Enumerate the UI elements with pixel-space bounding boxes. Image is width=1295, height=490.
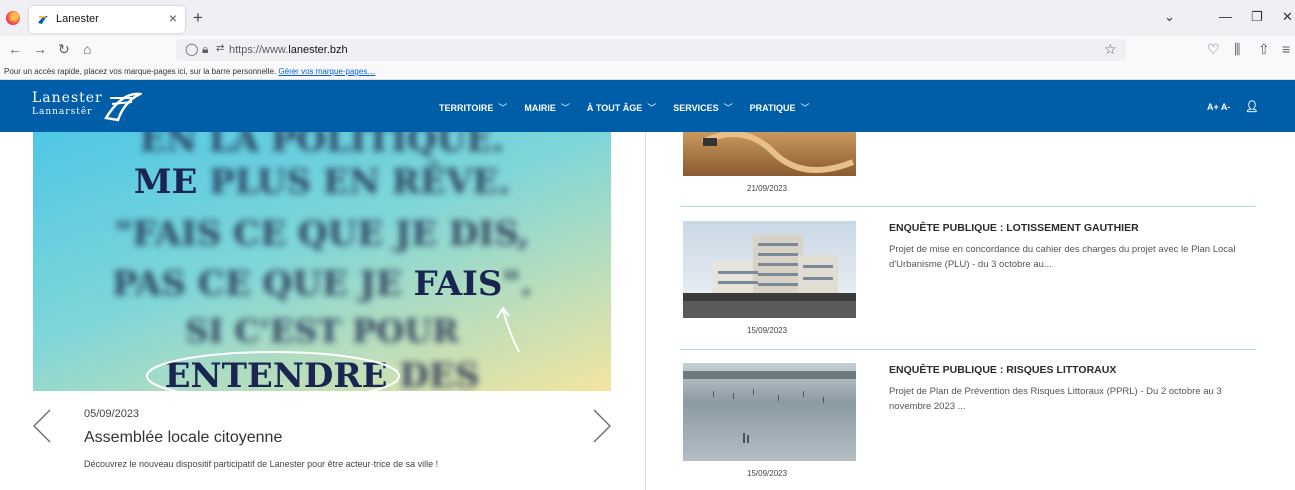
site-header: Lanester Lannarstêr TERRITOIRE ﹀ MAIRIE ﹀ … xyxy=(0,80,1295,132)
news-thumbnail[interactable] xyxy=(683,221,856,318)
carousel-next-icon[interactable] xyxy=(590,408,614,444)
pocket-icon[interactable]: ♡ xyxy=(1207,41,1220,58)
tab-close-icon[interactable]: × xyxy=(169,10,177,26)
logo-mark-icon xyxy=(103,92,142,122)
chevron-down-icon: ﹀ xyxy=(498,103,508,113)
text-size-controls[interactable]: A+ A- xyxy=(1207,102,1230,112)
column-divider xyxy=(645,132,646,490)
restore-icon[interactable]: ❐ xyxy=(1251,9,1263,25)
tab-title: Lanester xyxy=(56,13,99,25)
minimize-icon[interactable]: — xyxy=(1219,9,1232,24)
carousel-prev-icon[interactable] xyxy=(30,408,54,444)
bookmark-star-icon[interactable]: ☆ xyxy=(1104,41,1117,58)
slide-line: "FAIS CE QUE JE DIS, xyxy=(114,214,530,254)
slide-line: ME PLUS EN RÊVE. xyxy=(133,162,511,202)
chevron-down-icon: ﹀ xyxy=(723,103,733,113)
news-separator xyxy=(680,349,1256,350)
slide-line: EN LA POLITIQUE. xyxy=(139,132,505,160)
coastline-photo xyxy=(683,371,856,443)
library-icon[interactable]: ⫼ xyxy=(1234,41,1240,58)
news-title[interactable]: ENQUÊTE PUBLIQUE : RISQUES LITTORAUX xyxy=(889,364,1116,376)
skatepark-photo xyxy=(701,132,855,173)
menu-item-services[interactable]: SERVICES ﹀ xyxy=(673,101,732,114)
logo-subtext: Lannarstêr xyxy=(32,107,93,117)
news-date: 15/09/2023 xyxy=(747,469,788,478)
home-icon[interactable]: ⌂ xyxy=(83,41,91,57)
firefox-icon[interactable] xyxy=(6,11,20,25)
reload-icon[interactable]: ↻ xyxy=(58,41,70,58)
manage-bookmarks-link[interactable]: Gérer vos marque-pages… xyxy=(278,67,375,76)
back-icon[interactable]: ← xyxy=(8,41,22,57)
share-icon[interactable]: ⇧ xyxy=(1258,41,1270,58)
menu-item-a-tout-age[interactable]: À TOUT ÂGE ﹀ xyxy=(587,101,656,114)
menu-icon[interactable]: ≡ xyxy=(1282,41,1290,57)
url-bar[interactable]: ◯ 🔒︎ ⇄ https://www.lanester.bzh ☆ xyxy=(176,39,1126,61)
url-text[interactable]: https://www.lanester.bzh xyxy=(229,44,348,56)
news-thumbnail[interactable] xyxy=(683,132,856,176)
site-logo[interactable]: Lanester Lannarstêr xyxy=(32,88,142,124)
shield-icon[interactable]: ◯ xyxy=(185,42,198,56)
chevron-down-icon: ﹀ xyxy=(560,103,570,113)
permissions-icon[interactable]: ⇄ xyxy=(216,43,224,54)
news-separator xyxy=(680,206,1256,207)
slide-date: 05/09/2023 xyxy=(84,408,140,420)
browser-tab[interactable]: Lanester × xyxy=(29,6,185,33)
slide-line: PAS CE QUE JE FAIS". xyxy=(111,264,533,304)
menu-item-territoire[interactable]: TERRITOIRE ﹀ xyxy=(439,101,507,114)
hand-drawn-arrow-icon xyxy=(496,306,520,353)
list-tabs-icon[interactable]: ⌄ xyxy=(1164,9,1175,25)
user-icon[interactable]: 👤︎ xyxy=(1245,100,1259,113)
news-description: Projet de Plan de Prévention des Risques… xyxy=(889,386,1222,412)
main-menu: TERRITOIRE ﹀ MAIRIE ﹀ À TOUT ÂGE ﹀ SERVICES… xyxy=(439,101,809,114)
chevron-down-icon: ﹀ xyxy=(800,103,810,113)
bookmarks-bar: Pour un accès rapide, placez vos marque-… xyxy=(0,63,1295,80)
news-description: Projet de mise en concordance du cahier … xyxy=(889,244,1236,270)
lanester-favicon-icon xyxy=(38,15,48,24)
menu-item-mairie[interactable]: MAIRIE ﹀ xyxy=(524,101,570,114)
slide-description: Découvrez le nouveau dispositif particip… xyxy=(84,459,439,469)
bookmark-hint: Pour un accès rapide, placez vos marque-… xyxy=(4,67,277,76)
forward-icon[interactable]: → xyxy=(33,41,47,57)
news-thumbnail[interactable] xyxy=(683,363,856,461)
building-photo xyxy=(683,235,856,318)
lock-icon[interactable]: 🔒︎ xyxy=(202,42,208,57)
menu-item-pratique[interactable]: PRATIQUE ﹀ xyxy=(750,101,810,114)
browser-tab-bar: Lanester × + ⌄ — ❐ ✕ xyxy=(0,0,1295,36)
carousel-slide-image[interactable]: EN LA POLITIQUE. ME PLUS EN RÊVE. "FAIS … xyxy=(33,132,611,391)
slide-title[interactable]: Assemblée locale citoyenne xyxy=(84,429,282,447)
news-title[interactable]: ENQUÊTE PUBLIQUE : LOTISSEMENT GAUTHIER xyxy=(889,222,1139,234)
browser-nav-bar: ← → ↻ ⌂ ◯ 🔒︎ ⇄ https://www.lanester.bzh … xyxy=(0,36,1295,63)
hand-drawn-ellipse-icon xyxy=(146,351,400,391)
news-date: 15/09/2023 xyxy=(747,326,788,335)
close-window-icon[interactable]: ✕ xyxy=(1282,9,1293,25)
news-date: 21/09/2023 xyxy=(747,184,788,193)
logo-text: Lanester xyxy=(32,90,103,106)
new-tab-icon[interactable]: + xyxy=(193,8,203,28)
chevron-down-icon: ﹀ xyxy=(647,103,657,113)
